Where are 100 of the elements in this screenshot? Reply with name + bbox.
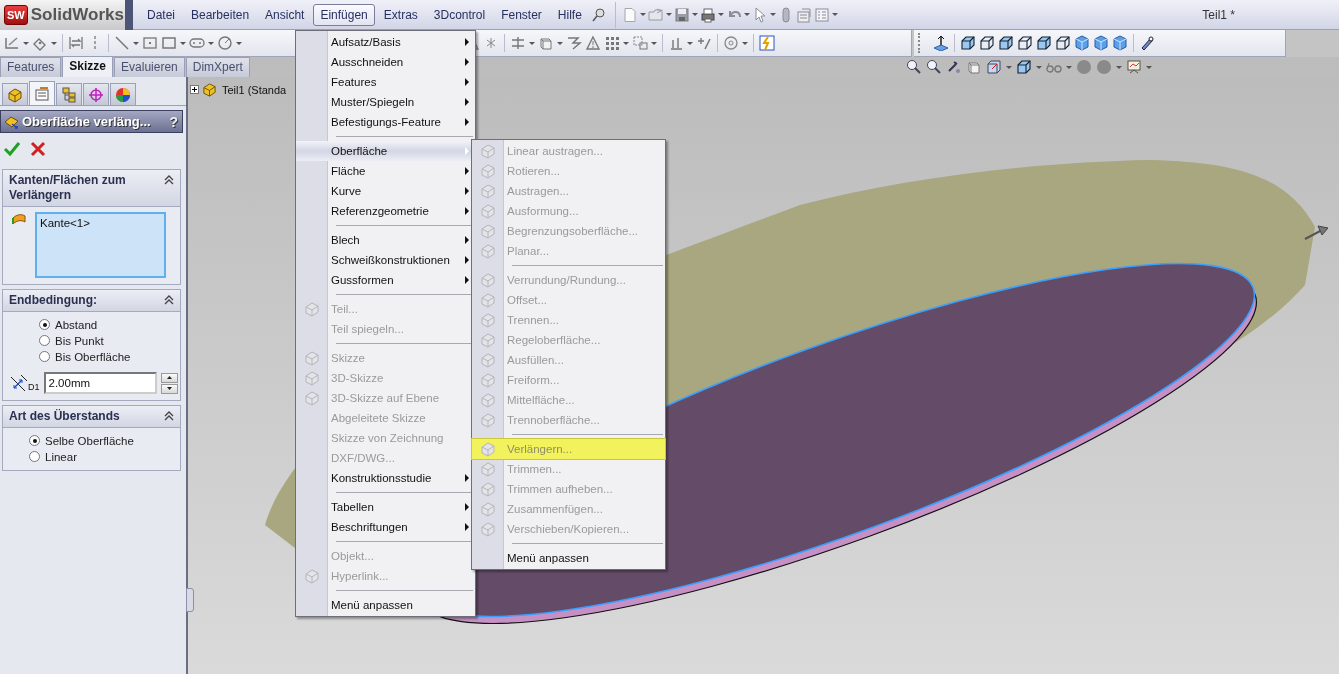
tree-item[interactable]: Teil1 (Standa <box>222 83 287 96</box>
scene-icon[interactable] <box>1125 59 1142 75</box>
cube-icon[interactable] <box>1036 35 1052 51</box>
radio-button[interactable] <box>29 451 40 462</box>
dropdown-caret-icon[interactable] <box>180 41 186 45</box>
dropdown-caret-icon[interactable] <box>236 41 242 45</box>
command-tab[interactable]: Features <box>0 57 62 77</box>
menu-item[interactable]: Tabellen <box>296 497 475 517</box>
menu-item[interactable]: Schweißkonstruktionen <box>296 250 475 270</box>
display-style-icon[interactable] <box>985 59 1002 75</box>
menu-item[interactable]: Aufsatz/Basis <box>296 32 475 52</box>
mirror-icon[interactable] <box>68 35 84 51</box>
cube-icon[interactable] <box>960 35 976 51</box>
collapse-chevron-icon[interactable] <box>164 295 174 305</box>
distance-field[interactable]: 2.00mm <box>43 372 157 394</box>
relation-icon[interactable] <box>668 35 684 51</box>
dropdown-caret-icon[interactable] <box>1035 65 1042 69</box>
menu-bar-item[interactable]: Extras <box>376 3 425 26</box>
menu-item[interactable]: Konstruktionsstudie <box>296 468 475 488</box>
center-rectangle-icon[interactable] <box>142 35 158 51</box>
close-icon[interactable] <box>30 141 46 157</box>
dropdown-caret-icon[interactable] <box>769 13 776 16</box>
radio-button[interactable] <box>29 435 40 446</box>
dropdown-caret-icon[interactable] <box>651 41 657 45</box>
dropdown-caret-icon[interactable] <box>742 41 748 45</box>
panel-tab[interactable] <box>2 83 28 105</box>
printer-icon[interactable] <box>699 6 716 23</box>
pushpin-icon[interactable] <box>590 6 607 23</box>
command-tab[interactable]: Skizze <box>62 56 114 77</box>
menu-bar-item[interactable]: Hilfe <box>550 3 589 26</box>
collapse-chevron-icon[interactable] <box>164 411 174 421</box>
rapid-sketch-icon[interactable] <box>759 35 775 51</box>
menu-item[interactable]: Muster/Spiegeln <box>296 92 475 112</box>
cube-icon[interactable] <box>979 35 995 51</box>
radio-button[interactable] <box>39 319 50 330</box>
pattern-grid-icon[interactable] <box>604 35 620 51</box>
collapse-chevron-icon[interactable] <box>164 175 174 185</box>
menu-item[interactable]: Beschriftungen <box>296 517 475 537</box>
dropdown-caret-icon[interactable] <box>1145 65 1152 69</box>
panel-collapse-handle[interactable] <box>186 588 194 612</box>
menu-bar-item[interactable]: 3Dcontrol <box>426 3 493 26</box>
normal-to-icon[interactable] <box>933 35 949 51</box>
list-item[interactable]: Kante<1> <box>40 217 161 229</box>
dropdown-caret-icon[interactable] <box>639 13 646 16</box>
circle-icon[interactable] <box>217 35 233 51</box>
spin-up-button[interactable] <box>160 372 178 383</box>
dropdown-caret-icon[interactable] <box>831 13 838 16</box>
dropdown-caret-icon[interactable] <box>1005 65 1012 69</box>
dropdown-caret-icon[interactable] <box>133 41 139 45</box>
dropdown-caret-icon[interactable] <box>529 41 535 45</box>
dropdown-caret-icon[interactable] <box>51 41 57 45</box>
menu-item[interactable]: Blech <box>296 230 475 250</box>
menu-item[interactable]: Features <box>296 72 475 92</box>
line-icon[interactable] <box>114 35 130 51</box>
menu-item[interactable]: Kurve <box>296 181 475 201</box>
menu-item[interactable]: Menü anpassen <box>296 595 475 615</box>
cube-icon[interactable] <box>1055 35 1071 51</box>
dropdown-caret-icon[interactable] <box>208 41 214 45</box>
panel-tab[interactable] <box>110 83 136 105</box>
panel-tab[interactable] <box>29 81 55 105</box>
checkmark-icon[interactable] <box>4 141 20 157</box>
slot-icon[interactable] <box>189 35 205 51</box>
dropdown-caret-icon[interactable] <box>743 13 750 16</box>
dropdown-caret-icon[interactable] <box>623 41 629 45</box>
trim-icon[interactable] <box>510 35 526 51</box>
dropdown-caret-icon[interactable] <box>1115 65 1122 69</box>
save-icon[interactable] <box>673 6 690 23</box>
convert-icon[interactable] <box>566 35 582 51</box>
direction-arrow-icon[interactable] <box>1304 225 1329 240</box>
expand-icon[interactable] <box>190 85 199 94</box>
box-icon[interactable] <box>538 35 554 51</box>
menu-item[interactable]: Menü anpassen <box>472 548 665 568</box>
dropdown-caret-icon[interactable] <box>557 41 563 45</box>
cube-icon[interactable] <box>998 35 1014 51</box>
command-tab[interactable]: Evaluieren <box>114 57 185 77</box>
dropdown-caret-icon[interactable] <box>1065 65 1072 69</box>
dropdown-caret-icon[interactable] <box>687 41 693 45</box>
cube-icon[interactable] <box>1017 35 1033 51</box>
panel-tab[interactable] <box>56 83 82 105</box>
rectangle-icon[interactable] <box>161 35 177 51</box>
menu-bar-item[interactable]: Fenster <box>494 3 549 26</box>
warning-icon[interactable] <box>585 35 601 51</box>
sketch-icon[interactable] <box>4 35 20 51</box>
command-tab[interactable]: DimXpert <box>185 57 250 77</box>
section-view-icon[interactable] <box>1139 35 1155 51</box>
menu-item[interactable]: Referenzgeometrie <box>296 201 475 221</box>
dropdown-caret-icon[interactable] <box>665 13 672 16</box>
radio-button[interactable] <box>39 335 50 346</box>
menu-item[interactable]: Fläche <box>296 161 475 181</box>
selection-list[interactable]: Kante<1> <box>35 212 166 278</box>
zoom-to-fit-icon[interactable] <box>905 59 922 75</box>
zoom-area-icon[interactable] <box>925 59 942 75</box>
menu-item[interactable]: Befestigungs-Feature <box>296 112 475 132</box>
dropdown-caret-icon[interactable] <box>691 13 698 16</box>
menu-bar-item[interactable]: Datei <box>140 3 182 26</box>
menu-item[interactable]: Ausschneiden <box>296 52 475 72</box>
dropdown-caret-icon[interactable] <box>23 41 29 45</box>
menu-item[interactable]: Gussformen <box>296 270 475 290</box>
menu-bar-item[interactable]: Bearbeiten <box>184 3 257 26</box>
menu-bar-item[interactable]: Ansicht <box>258 3 312 26</box>
